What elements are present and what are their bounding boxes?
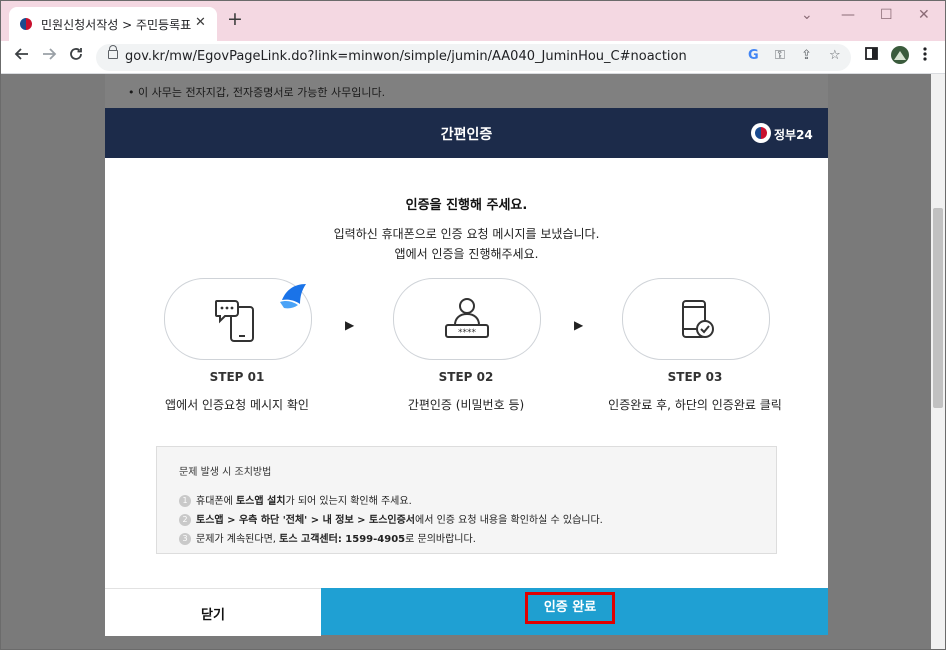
window-close-button[interactable]: ✕ [918,7,930,23]
step-2-box: **** [393,278,541,360]
tab-search-icon[interactable]: ⌄ [801,7,813,23]
auth-complete-button[interactable]: 인증 완료 [321,588,828,635]
minimize-button[interactable]: — [841,7,855,23]
google-translate-icon[interactable]: G [748,48,759,63]
help-text-bold: 토스앱 설치 [235,496,286,507]
gov-favicon-icon [19,17,33,31]
step-1-label: STEP 01 [209,370,265,384]
profile-avatar[interactable] [890,45,910,69]
help-number-badge: 2 [179,514,191,526]
back-arrow-icon[interactable] [14,46,30,66]
help-text: 문제가 계속된다면, [196,534,280,545]
background-notice: • 이 사무는 전자지갑, 전자증명서로 가능한 사무입니다. [128,86,386,99]
step-2-label: STEP 02 [438,370,494,384]
help-item-2: 2 토스앱 > 우측 하단 '전체' > 내 정보 > 토스인증서에서 인증 요청… [179,511,603,526]
svg-text:****: **** [458,328,477,338]
help-number-badge: 1 [179,495,191,507]
troubleshooting-title: 문제 발생 시 조치방법 [179,467,272,478]
address-bar[interactable]: gov.kr/mw/EgovPageLink.do?link=minwon/si… [96,44,851,71]
troubleshooting-box: 문제 발생 시 조치방법 1 휴대폰에 토스앱 설치가 되어 있는지 확인해 주세… [156,446,777,554]
help-text-bold: 토스 고객센터: 1599-4905 [279,534,406,545]
help-text-bold: 토스앱 > 우측 하단 '전체' > 내 정보 > 토스인증서 [196,515,415,526]
step-arrow-2: ▶ [574,318,584,332]
auth-desc-line1: 입력하신 휴대폰으로 인증 요청 메시지를 보냈습니다. [333,227,600,241]
phone-check-icon [682,300,714,338]
auth-heading: 인증을 진행해 주세요. [405,198,528,213]
help-text: 로 문의바랍니다. [405,534,476,545]
tab-strip: 민원신청서작성 > 주민등록표 등 ✕ + ⌄ — ☐ ✕ [1,1,945,41]
browser-toolbar: gov.kr/mw/EgovPageLink.do?link=minwon/si… [1,41,945,74]
toss-logo-icon [280,284,306,309]
tab-title: 민원신청서작성 > 주민등록표 등 [41,18,191,32]
step-3-desc: 인증완료 후, 하단의 인증완료 클릭 [608,398,782,412]
page-scrollbar[interactable] [931,74,945,649]
scrollbar-thumb[interactable] [933,208,943,408]
side-panel-icon[interactable] [865,47,878,64]
gov24-logo-text: 정부24 [774,128,813,142]
step-3-box [622,278,770,360]
step-arrow-1: ▶ [345,318,355,332]
share-icon[interactable]: ⇪ [801,48,812,63]
menu-kebab-icon[interactable] [923,47,927,65]
bookmark-star-icon[interactable]: ☆ [829,48,841,63]
simple-auth-modal: 간편인증 정부24 인증을 진행해 주세요. 입력하신 휴대폰으로 인증 요청 … [105,108,828,636]
browser-window: 민원신청서작성 > 주민등록표 등 ✕ + ⌄ — ☐ ✕ gov.kr/mw/… [0,0,946,650]
modal-title: 간편인증 [440,127,493,143]
forward-arrow-icon[interactable] [41,46,57,66]
reload-icon[interactable] [68,46,84,66]
lock-icon [108,45,118,59]
step-1-desc: 앱에서 인증요청 메시지 확인 [165,398,309,412]
help-item-1: 1 휴대폰에 토스앱 설치가 되어 있는지 확인해 주세요. [179,492,412,507]
gov24-logo-icon [751,123,771,143]
close-button-label: 닫기 [201,608,225,623]
help-number-badge: 3 [179,533,191,545]
tab-close-icon[interactable]: ✕ [195,15,206,30]
auth-desc-line2: 앱에서 인증을 진행해주세요. [394,247,539,261]
close-button[interactable]: 닫기 [105,588,321,636]
help-text: 휴대폰에 [196,496,236,507]
new-tab-button[interactable]: + [227,9,243,29]
password-key-icon[interactable]: ⚿ [775,48,785,63]
step-3-label: STEP 03 [667,370,723,384]
modal-header: 간편인증 정부24 [105,108,828,158]
help-text: 가 되어 있는지 확인해 주세요. [285,496,412,507]
maximize-button[interactable]: ☐ [880,7,893,23]
phone-message-icon [215,300,254,342]
user-password-icon: **** [445,298,489,338]
help-text: 에서 인증 요청 내용을 확인하실 수 있습니다. [415,515,603,526]
step-2-desc: 간편인증 (비밀번호 등) [407,398,525,412]
auth-complete-label[interactable]: 인증 완료 [525,592,615,624]
help-item-3: 3 문제가 계속된다면, 토스 고객센터: 1599-4905로 문의바랍니다. [179,530,476,545]
url-text: gov.kr/mw/EgovPageLink.do?link=minwon/si… [125,49,687,64]
browser-tab[interactable]: 민원신청서작성 > 주민등록표 등 ✕ [9,7,217,41]
